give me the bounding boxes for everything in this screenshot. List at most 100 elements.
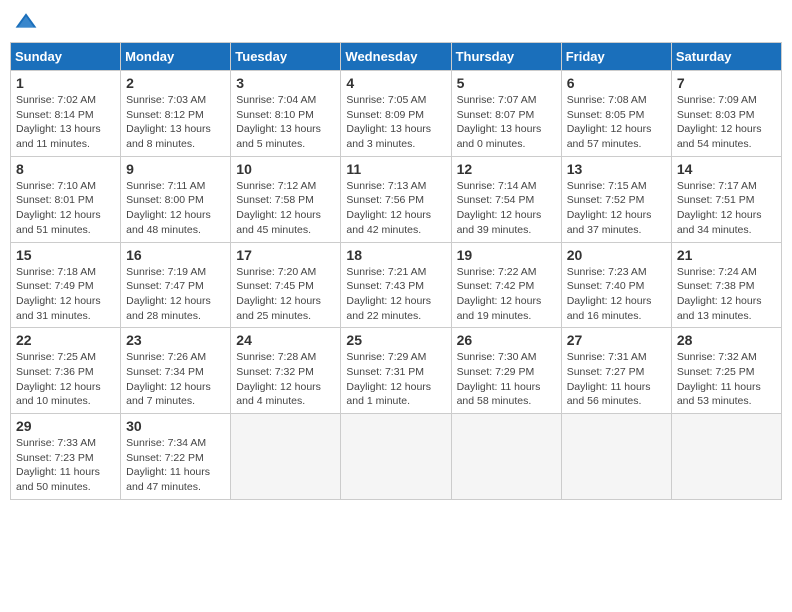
day-number: 4 xyxy=(346,75,445,91)
day-number: 9 xyxy=(126,161,225,177)
day-number: 8 xyxy=(16,161,115,177)
calendar-cell: 14 Sunrise: 7:17 AM Sunset: 7:51 PM Dayli… xyxy=(671,156,781,242)
day-info: Sunrise: 7:32 AM Sunset: 7:25 PM Dayligh… xyxy=(677,350,776,409)
calendar-cell: 23 Sunrise: 7:26 AM Sunset: 7:34 PM Dayli… xyxy=(121,328,231,414)
day-header-sunday: Sunday xyxy=(11,43,121,71)
calendar-cell: 2 Sunrise: 7:03 AM Sunset: 8:12 PM Daylig… xyxy=(121,71,231,157)
day-number: 23 xyxy=(126,332,225,348)
day-info: Sunrise: 7:11 AM Sunset: 8:00 PM Dayligh… xyxy=(126,179,225,238)
day-number: 18 xyxy=(346,247,445,263)
day-number: 6 xyxy=(567,75,666,91)
calendar-cell: 6Sunrise: 7:08 AM Sunset: 8:05 PM Daylig… xyxy=(561,71,671,157)
calendar-cell: 10Sunrise: 7:12 AM Sunset: 7:58 PM Dayli… xyxy=(231,156,341,242)
day-number: 16 xyxy=(126,247,225,263)
calendar-header-row: SundayMondayTuesdayWednesdayThursdayFrid… xyxy=(11,43,782,71)
day-number: 21 xyxy=(677,247,776,263)
day-info: Sunrise: 7:03 AM Sunset: 8:12 PM Dayligh… xyxy=(126,93,225,152)
logo-icon xyxy=(14,10,38,34)
day-header-saturday: Saturday xyxy=(671,43,781,71)
calendar-cell: 29 Sunrise: 7:33 AM Sunset: 7:23 PM Dayli… xyxy=(11,414,121,500)
logo xyxy=(14,10,42,34)
calendar-cell: 21 Sunrise: 7:24 AM Sunset: 7:38 PM Dayli… xyxy=(671,242,781,328)
day-info: Sunrise: 7:13 AM Sunset: 7:56 PM Dayligh… xyxy=(346,179,445,238)
day-info: Sunrise: 7:19 AM Sunset: 7:47 PM Dayligh… xyxy=(126,265,225,324)
day-info: Sunrise: 7:17 AM Sunset: 7:51 PM Dayligh… xyxy=(677,179,776,238)
day-info: Sunrise: 7:22 AM Sunset: 7:42 PM Dayligh… xyxy=(457,265,556,324)
day-number: 5 xyxy=(457,75,556,91)
calendar-cell: 4 Sunrise: 7:05 AM Sunset: 8:09 PM Daylig… xyxy=(341,71,451,157)
calendar-cell: 8 Sunrise: 7:10 AM Sunset: 8:01 PM Daylig… xyxy=(11,156,121,242)
calendar-cell: 18 Sunrise: 7:21 AM Sunset: 7:43 PM Dayli… xyxy=(341,242,451,328)
calendar-cell: 12 Sunrise: 7:14 AM Sunset: 7:54 PM Dayli… xyxy=(451,156,561,242)
calendar-cell: 15 Sunrise: 7:18 AM Sunset: 7:49 PM Dayli… xyxy=(11,242,121,328)
day-number: 12 xyxy=(457,161,556,177)
calendar-cell: 30Sunrise: 7:34 AM Sunset: 7:22 PM Dayli… xyxy=(121,414,231,500)
day-info: Sunrise: 7:29 AM Sunset: 7:31 PM Dayligh… xyxy=(346,350,445,409)
day-number: 13 xyxy=(567,161,666,177)
day-number: 14 xyxy=(677,161,776,177)
day-info: Sunrise: 7:24 AM Sunset: 7:38 PM Dayligh… xyxy=(677,265,776,324)
day-header-friday: Friday xyxy=(561,43,671,71)
day-info: Sunrise: 7:31 AM Sunset: 7:27 PM Dayligh… xyxy=(567,350,666,409)
day-info: Sunrise: 7:26 AM Sunset: 7:34 PM Dayligh… xyxy=(126,350,225,409)
day-number: 28 xyxy=(677,332,776,348)
day-info: Sunrise: 7:25 AM Sunset: 7:36 PM Dayligh… xyxy=(16,350,115,409)
calendar-week-row: 29 Sunrise: 7:33 AM Sunset: 7:23 PM Dayli… xyxy=(11,414,782,500)
day-number: 7 xyxy=(677,75,776,91)
calendar-cell: 9 Sunrise: 7:11 AM Sunset: 8:00 PM Daylig… xyxy=(121,156,231,242)
calendar-cell: 16 Sunrise: 7:19 AM Sunset: 7:47 PM Dayli… xyxy=(121,242,231,328)
calendar-cell: 24 Sunrise: 7:28 AM Sunset: 7:32 PM Dayli… xyxy=(231,328,341,414)
day-info: Sunrise: 7:05 AM Sunset: 8:09 PM Dayligh… xyxy=(346,93,445,152)
day-number: 19 xyxy=(457,247,556,263)
calendar-week-row: 8 Sunrise: 7:10 AM Sunset: 8:01 PM Daylig… xyxy=(11,156,782,242)
day-number: 27 xyxy=(567,332,666,348)
day-info: Sunrise: 7:07 AM Sunset: 8:07 PM Dayligh… xyxy=(457,93,556,152)
calendar-cell: 5 Sunrise: 7:07 AM Sunset: 8:07 PM Daylig… xyxy=(451,71,561,157)
day-info: Sunrise: 7:20 AM Sunset: 7:45 PM Dayligh… xyxy=(236,265,335,324)
calendar-cell: 20 Sunrise: 7:23 AM Sunset: 7:40 PM Dayli… xyxy=(561,242,671,328)
calendar-cell: 1 Sunrise: 7:02 AM Sunset: 8:14 PM Daylig… xyxy=(11,71,121,157)
day-number: 17 xyxy=(236,247,335,263)
calendar-cell: 27 Sunrise: 7:31 AM Sunset: 7:27 PM Dayli… xyxy=(561,328,671,414)
day-info: Sunrise: 7:30 AM Sunset: 7:29 PM Dayligh… xyxy=(457,350,556,409)
day-info: Sunrise: 7:28 AM Sunset: 7:32 PM Dayligh… xyxy=(236,350,335,409)
calendar-cell xyxy=(341,414,451,500)
day-info: Sunrise: 7:04 AM Sunset: 8:10 PM Dayligh… xyxy=(236,93,335,152)
day-number: 1 xyxy=(16,75,115,91)
calendar-cell: 28 Sunrise: 7:32 AM Sunset: 7:25 PM Dayli… xyxy=(671,328,781,414)
day-info: Sunrise: 7:23 AM Sunset: 7:40 PM Dayligh… xyxy=(567,265,666,324)
day-number: 22 xyxy=(16,332,115,348)
day-info: Sunrise: 7:10 AM Sunset: 8:01 PM Dayligh… xyxy=(16,179,115,238)
calendar-cell: 22 Sunrise: 7:25 AM Sunset: 7:36 PM Dayli… xyxy=(11,328,121,414)
calendar-cell xyxy=(231,414,341,500)
day-info: Sunrise: 7:12 AM Sunset: 7:58 PM Dayligh… xyxy=(236,179,335,238)
day-info: Sunrise: 7:21 AM Sunset: 7:43 PM Dayligh… xyxy=(346,265,445,324)
day-header-wednesday: Wednesday xyxy=(341,43,451,71)
calendar-cell xyxy=(671,414,781,500)
day-number: 15 xyxy=(16,247,115,263)
day-info: Sunrise: 7:34 AM Sunset: 7:22 PM Dayligh… xyxy=(126,436,225,495)
day-number: 3 xyxy=(236,75,335,91)
day-info: Sunrise: 7:33 AM Sunset: 7:23 PM Dayligh… xyxy=(16,436,115,495)
day-header-monday: Monday xyxy=(121,43,231,71)
calendar-cell: 11 Sunrise: 7:13 AM Sunset: 7:56 PM Dayli… xyxy=(341,156,451,242)
day-number: 24 xyxy=(236,332,335,348)
day-number: 26 xyxy=(457,332,556,348)
day-number: 29 xyxy=(16,418,115,434)
day-header-tuesday: Tuesday xyxy=(231,43,341,71)
day-info: Sunrise: 7:14 AM Sunset: 7:54 PM Dayligh… xyxy=(457,179,556,238)
calendar-cell xyxy=(451,414,561,500)
day-header-thursday: Thursday xyxy=(451,43,561,71)
day-info: Sunrise: 7:15 AM Sunset: 7:52 PM Dayligh… xyxy=(567,179,666,238)
calendar-cell: 19 Sunrise: 7:22 AM Sunset: 7:42 PM Dayli… xyxy=(451,242,561,328)
day-number: 11 xyxy=(346,161,445,177)
day-info: Sunrise: 7:09 AM Sunset: 8:03 PM Dayligh… xyxy=(677,93,776,152)
calendar-cell xyxy=(561,414,671,500)
day-number: 20 xyxy=(567,247,666,263)
calendar-week-row: 22 Sunrise: 7:25 AM Sunset: 7:36 PM Dayli… xyxy=(11,328,782,414)
page-header xyxy=(10,10,782,34)
calendar-week-row: 15 Sunrise: 7:18 AM Sunset: 7:49 PM Dayli… xyxy=(11,242,782,328)
day-info: Sunrise: 7:18 AM Sunset: 7:49 PM Dayligh… xyxy=(16,265,115,324)
day-info: Sunrise: 7:02 AM Sunset: 8:14 PM Dayligh… xyxy=(16,93,115,152)
day-number: 2 xyxy=(126,75,225,91)
